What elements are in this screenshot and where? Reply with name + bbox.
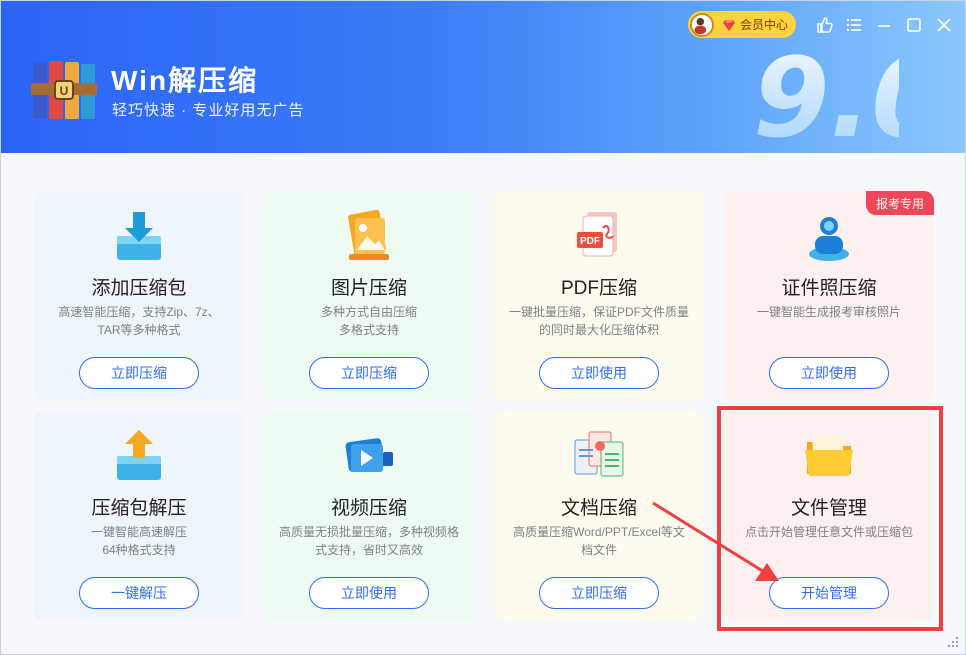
vip-center-button[interactable]: 会员中心 (688, 11, 796, 38)
card-title: 压缩包解压 (91, 498, 187, 519)
close-icon (937, 18, 951, 32)
card-id-photo-compress[interactable]: 报考专用 证件照压缩 一键智能生成报考审核照片 立即使用 (724, 191, 934, 401)
thumbs-up-button[interactable] (814, 15, 834, 35)
card-title: 添加压缩包 (91, 278, 187, 299)
version-number: 9.0 (753, 34, 899, 151)
card-add-archive[interactable]: 添加压缩包 高速智能压缩，支持Zip、7z、TAR等多种格式 立即压缩 (34, 191, 244, 401)
use-now-button[interactable]: 立即使用 (309, 577, 429, 609)
card-description: 高速智能压缩，支持Zip、7z、TAR等多种格式 (58, 305, 220, 337)
svg-text:PDF: PDF (580, 236, 600, 247)
documents-icon (574, 431, 624, 477)
minimize-button[interactable] (874, 15, 894, 35)
use-now-button[interactable]: 立即使用 (539, 357, 659, 389)
box-upload-icon (117, 430, 161, 480)
version-badge: 9.0 (753, 34, 899, 151)
exam-badge: 报考专用 (866, 191, 934, 215)
card-description: 一键智能高速解压 64种格式支持 (90, 525, 187, 557)
vip-center-label: 会员中心 (740, 18, 789, 32)
pdf-file-icon: PDF (577, 212, 617, 257)
minimize-icon (878, 25, 890, 27)
card-title: PDF压缩 (560, 278, 637, 299)
compress-now-button[interactable]: 立即压缩 (309, 357, 429, 389)
card-extract-archive[interactable]: 压缩包解压 一键智能高速解压 64种格式支持 一键解压 (34, 411, 244, 621)
close-button[interactable] (934, 15, 954, 35)
video-icon (345, 438, 393, 472)
app-title: Win解压缩 (111, 65, 259, 96)
image-file-icon (348, 210, 389, 260)
card-title: 证件照压缩 (781, 278, 877, 299)
thumbs-up-icon (817, 17, 833, 33)
person-photo-icon (809, 217, 849, 261)
card-image-compress[interactable]: 图片压缩 多种方式自由压缩 多格式支持 立即压缩 (264, 191, 474, 401)
card-title: 图片压缩 (330, 278, 407, 299)
app-window: U Win解压缩 轻巧快速 · 专业好用无广告 9.0 (0, 0, 966, 655)
card-title: 视频压缩 (330, 498, 407, 519)
winrar-logo-icon: U (31, 61, 97, 119)
compress-now-button[interactable]: 立即压缩 (79, 357, 199, 389)
menu-button[interactable] (844, 15, 864, 35)
box-download-icon (117, 212, 161, 260)
annotation-arrow-icon (652, 501, 779, 581)
card-video-compress[interactable]: 视频压缩 高质量无损批量压缩，多种视频格式支持，省时又高效 立即使用 (264, 411, 474, 621)
card-description: 一键批量压缩，保证PDF文件质量的同时最大化压缩体积 (508, 305, 689, 337)
card-pdf-compress[interactable]: PDF PDF压缩 一键批量压缩，保证PDF文件质量的同时最大化压缩体积 立即使… (494, 191, 704, 401)
resize-grip-icon[interactable] (945, 634, 959, 648)
svg-text:U: U (60, 84, 69, 98)
diamond-icon (723, 19, 735, 31)
maximize-button[interactable] (904, 15, 924, 35)
card-description: 高质量无损批量压缩，多种视频格式支持，省时又高效 (278, 525, 459, 557)
use-now-button[interactable]: 立即使用 (769, 357, 889, 389)
card-description: 一键智能生成报考审核照片 (756, 305, 901, 319)
card-description: 多种方式自由压缩 多格式支持 (320, 305, 417, 337)
menu-icon (846, 18, 861, 32)
header-banner: U Win解压缩 轻巧快速 · 专业好用无广告 9.0 (1, 1, 965, 153)
app-subtitle: 轻巧快速 · 专业好用无广告 (112, 102, 305, 119)
one-click-extract-button[interactable]: 一键解压 (79, 577, 199, 609)
avatar (690, 12, 714, 37)
maximize-icon (907, 18, 921, 32)
